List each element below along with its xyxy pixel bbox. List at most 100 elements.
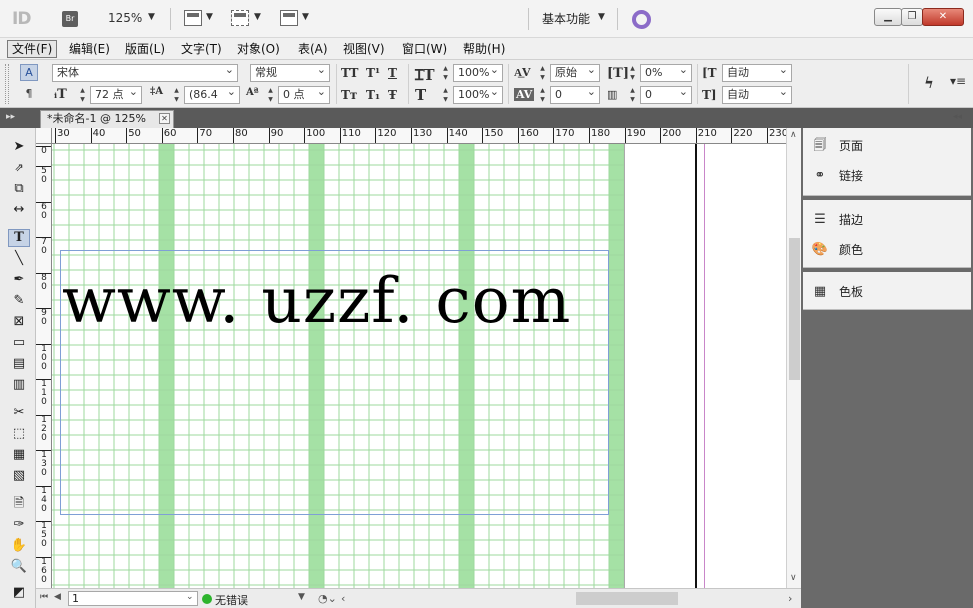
font-family-select[interactable]: 宋体: [52, 62, 238, 82]
zoom-level[interactable]: 125%: [108, 11, 142, 25]
screen-mode-icon[interactable]: [231, 10, 249, 26]
panel-stroke[interactable]: ☰ 描边: [811, 210, 863, 230]
subscript-button[interactable]: T₁: [366, 88, 380, 102]
vertical-ruler[interactable]: 0 50 60 70 80 90 100 110 120 130 140 150 160: [36, 144, 52, 588]
preflight-dropdown-icon[interactable]: ▼: [298, 592, 305, 602]
zoom-tool-icon[interactable]: 🔍: [8, 558, 30, 576]
type-tool-icon[interactable]: T: [8, 229, 30, 247]
tsume-stepper[interactable]: ▲ ▼: [628, 64, 637, 82]
fill-stroke-icon[interactable]: ◩: [8, 584, 30, 602]
workspace-dropdown-icon[interactable]: ▼: [598, 12, 605, 22]
panel-color[interactable]: 🎨 颜色: [811, 240, 863, 260]
maximize-button[interactable]: ❐: [901, 8, 923, 26]
close-document-icon[interactable]: ✕: [159, 113, 170, 124]
page-tool-icon[interactable]: ⧉: [8, 180, 30, 198]
pen-tool-icon[interactable]: ✒: [8, 271, 30, 289]
auto-select-2[interactable]: 自动: [722, 84, 792, 104]
grid-space-stepper[interactable]: ▲ ▼: [628, 86, 637, 104]
horizontal-scale-stepper[interactable]: ▲ ▼: [441, 86, 450, 104]
panel-swatches[interactable]: ▦ 色板: [811, 282, 863, 302]
page-number-input[interactable]: 1: [68, 591, 198, 606]
preflight-menu-icon[interactable]: ◔⌄: [318, 592, 337, 605]
creative-cloud-icon[interactable]: [632, 10, 651, 29]
arrange-documents-icon[interactable]: [280, 10, 298, 26]
menu-help[interactable]: 帮助(H): [459, 40, 509, 58]
tracking-select[interactable]: 0: [550, 84, 600, 104]
workspace-switcher[interactable]: 基本功能: [542, 10, 590, 27]
font-size-stepper[interactable]: ▲ ▼: [78, 86, 87, 104]
menu-object[interactable]: 对象(O): [233, 40, 284, 58]
panel-links[interactable]: ⚭ 链接: [811, 166, 863, 186]
eyedropper-tool-icon[interactable]: ✑: [8, 516, 30, 534]
preflight-status[interactable]: 无错误: [215, 592, 248, 608]
grid-space-select[interactable]: 0: [640, 84, 692, 104]
horizontal-scroll-thumb[interactable]: [576, 592, 678, 605]
font-style-select[interactable]: 常规: [250, 62, 330, 82]
rectangle-tool-icon[interactable]: ▭: [8, 334, 30, 352]
vertical-scrollbar[interactable]: ∧ ∨: [786, 128, 801, 588]
vertical-scale-input[interactable]: 100%: [453, 62, 503, 82]
arrange-dropdown-icon[interactable]: ▼: [302, 12, 309, 22]
document-tab[interactable]: *未命名-1 @ 125% ✕: [40, 110, 174, 128]
minimize-button[interactable]: ▁: [874, 8, 902, 26]
screen-mode-dropdown-icon[interactable]: ▼: [254, 12, 261, 22]
menu-table[interactable]: 表(A): [294, 40, 332, 58]
scissors-tool-icon[interactable]: ✂: [8, 404, 30, 422]
scroll-left-icon[interactable]: ‹: [341, 592, 345, 605]
collapse-tools-icon[interactable]: ▸▸: [6, 112, 15, 122]
menu-edit[interactable]: 编辑(E): [65, 40, 114, 58]
pencil-tool-icon[interactable]: ✎: [8, 292, 30, 310]
leading-stepper[interactable]: ▲ ▼: [172, 86, 181, 104]
tracking-stepper[interactable]: ▲ ▼: [538, 86, 547, 104]
auto-select-1[interactable]: 自动: [722, 62, 792, 82]
vertical-scroll-thumb[interactable]: [789, 238, 800, 380]
font-size-input[interactable]: 72 点: [90, 84, 142, 104]
vertical-scale-stepper[interactable]: ▲ ▼: [441, 64, 450, 82]
note-tool-icon[interactable]: 🗎: [8, 495, 30, 513]
strikethrough-button[interactable]: Ŧ: [388, 88, 397, 102]
gradient-feather-tool-icon[interactable]: ▧: [8, 467, 30, 485]
menu-layout[interactable]: 版面(L): [121, 40, 169, 58]
document-text[interactable]: www. uzzf. com: [62, 264, 571, 337]
page-dropdown-icon[interactable]: ⌄: [186, 592, 194, 602]
line-tool-icon[interactable]: ╲: [8, 250, 30, 268]
zoom-dropdown-icon[interactable]: ▼: [148, 12, 155, 22]
rectangle-frame-tool-icon[interactable]: ⊠: [8, 313, 30, 331]
panel-menu-icon[interactable]: ▾≡: [950, 74, 966, 88]
gap-tool-icon[interactable]: ↔: [8, 201, 30, 219]
document-canvas[interactable]: www. uzzf. com: [52, 144, 786, 588]
kerning-stepper[interactable]: ▲ ▼: [538, 64, 547, 82]
superscript-button[interactable]: T¹: [366, 66, 380, 80]
panel-pages[interactable]: 🗐 页面: [811, 136, 864, 156]
collapse-panels-icon[interactable]: ◂◂: [953, 112, 962, 122]
gradient-swatch-tool-icon[interactable]: ▦: [8, 446, 30, 464]
hand-tool-icon[interactable]: ✋: [8, 537, 30, 555]
menu-type[interactable]: 文字(T): [177, 40, 226, 58]
menu-view[interactable]: 视图(V): [339, 40, 389, 58]
free-transform-tool-icon[interactable]: ⬚: [8, 425, 30, 443]
menu-file[interactable]: 文件(F): [7, 40, 58, 58]
direct-selection-tool-icon[interactable]: ⇗: [8, 159, 30, 177]
close-button[interactable]: ✕: [922, 8, 964, 26]
baseline-shift-input[interactable]: 0 点: [278, 84, 330, 104]
selection-tool-icon[interactable]: ➤: [8, 138, 30, 156]
baseline-shift-stepper[interactable]: ▲ ▼: [266, 86, 275, 104]
paragraph-mode-button[interactable]: ¶: [20, 86, 38, 103]
horizontal-scale-input[interactable]: 100%: [453, 84, 503, 104]
kerning-select[interactable]: 原始: [550, 62, 600, 82]
tsume-select[interactable]: 0%: [640, 62, 692, 82]
vertical-grid-tool-icon[interactable]: ▥: [8, 376, 30, 394]
scroll-right-icon[interactable]: ›: [788, 592, 792, 605]
view-options-dropdown-icon[interactable]: ▼: [206, 12, 213, 22]
panel-grip[interactable]: [5, 64, 9, 104]
view-options-icon[interactable]: [184, 10, 202, 26]
previous-page-icon[interactable]: ◀: [54, 592, 61, 602]
all-caps-button[interactable]: TT: [341, 66, 358, 80]
bridge-button[interactable]: Br: [62, 11, 78, 27]
quick-apply-icon[interactable]: ϟ: [924, 74, 934, 92]
leading-input[interactable]: (86.4: [184, 84, 240, 104]
character-mode-button[interactable]: A: [20, 64, 38, 81]
menu-window[interactable]: 窗口(W): [398, 40, 451, 58]
panel-dock-header[interactable]: [801, 108, 973, 128]
underline-button[interactable]: T: [388, 66, 397, 80]
